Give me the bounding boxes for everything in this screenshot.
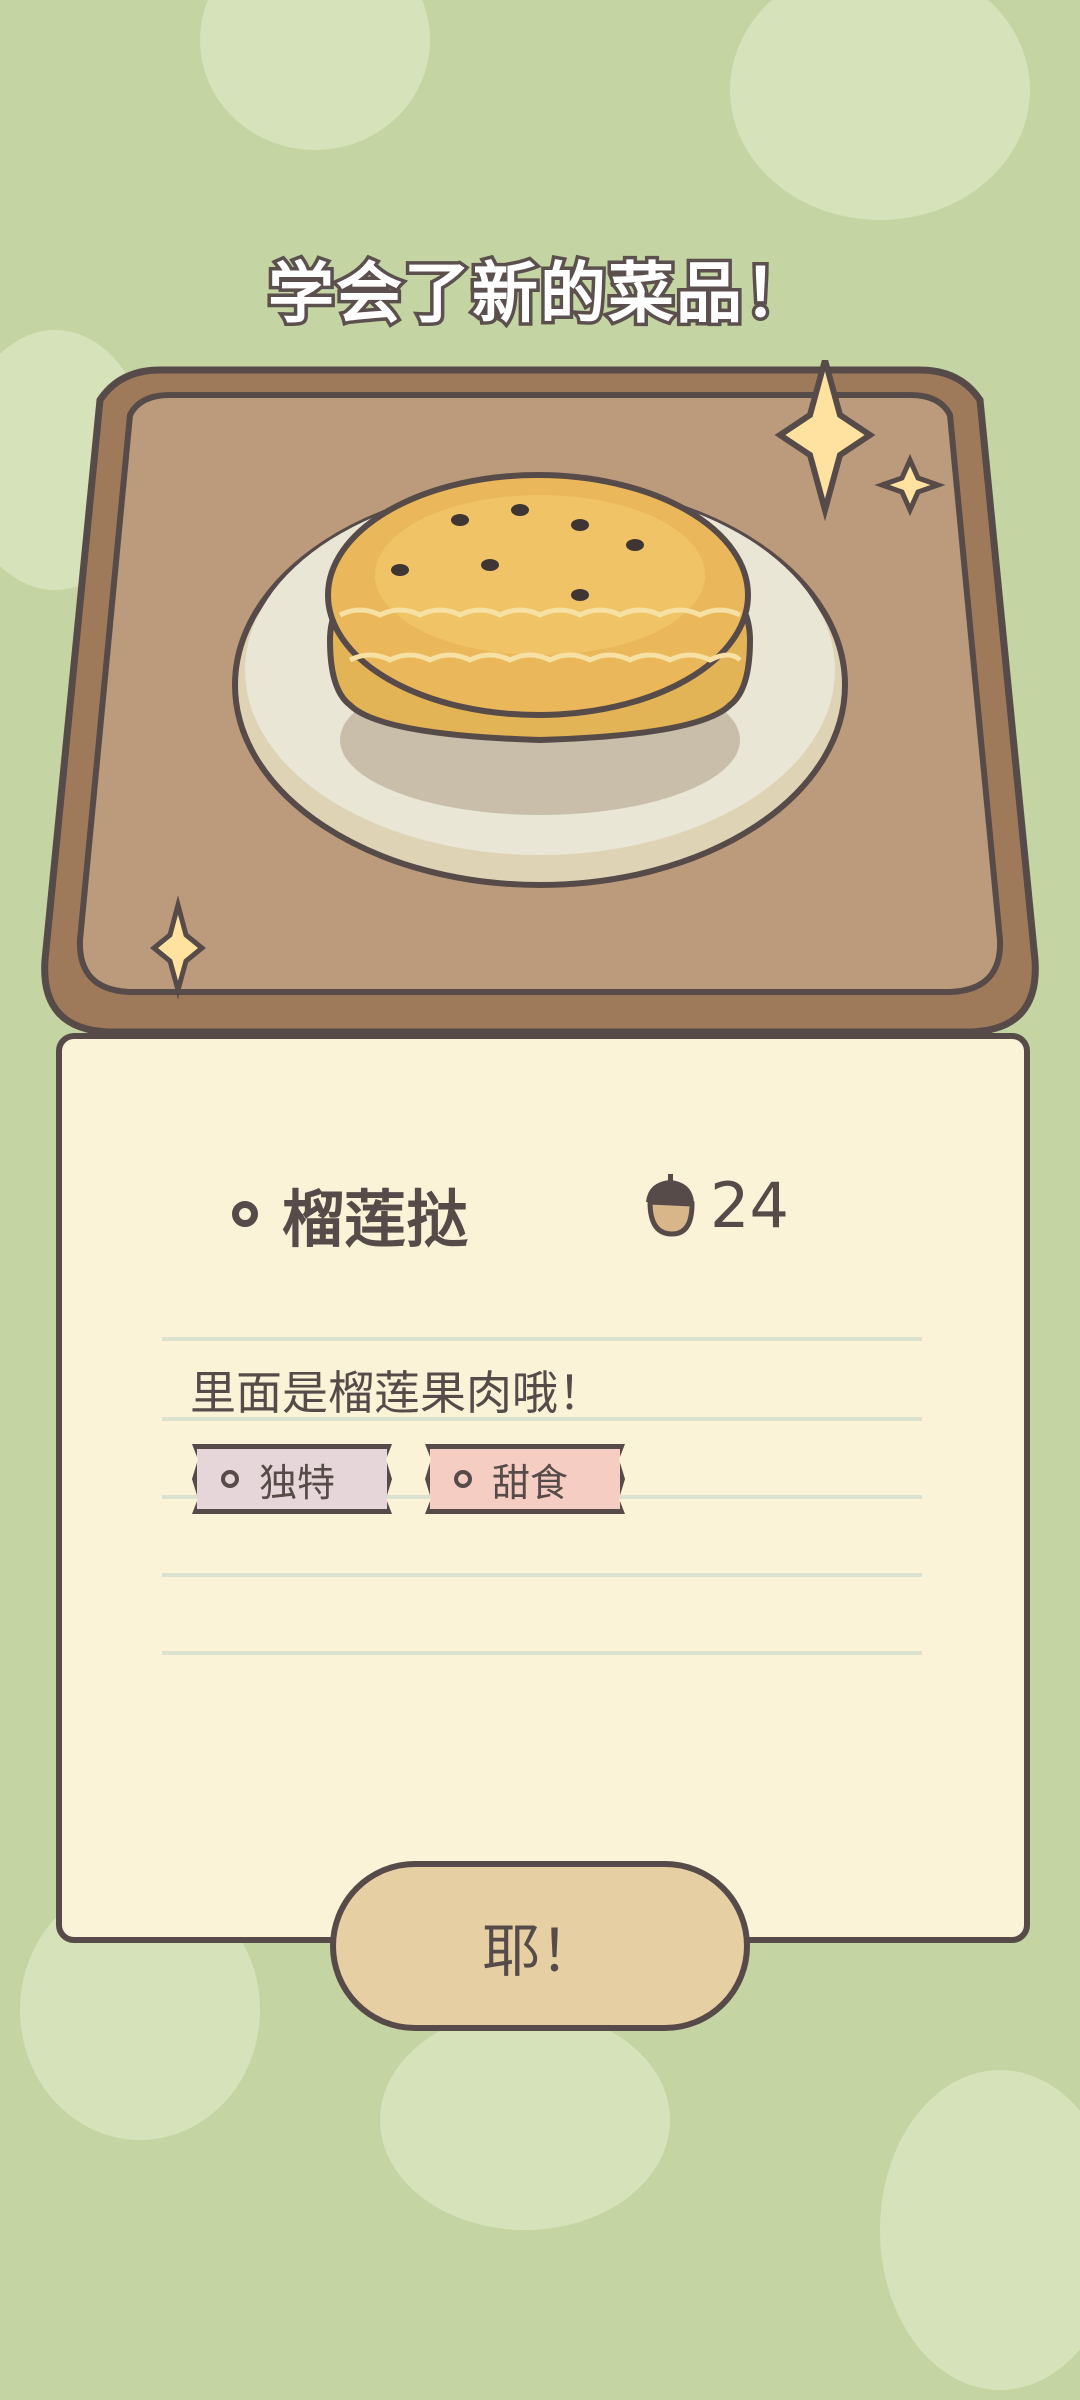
dish-illustration (40, 348, 1040, 1060)
confirm-button[interactable]: 耶！ (330, 1861, 750, 2031)
dish-name-row: 榴莲挞 (232, 1169, 468, 1259)
tag-unique: 独特 (192, 1444, 392, 1514)
dish-price: 24 (710, 1169, 789, 1242)
background-blob (730, 0, 1030, 220)
background-blob (380, 2010, 670, 2230)
dish-description: 里面是榴莲果肉哦！ (190, 1366, 604, 1420)
acorn-icon (646, 1173, 695, 1237)
dish-price-row: 24 (642, 1169, 789, 1242)
dish-name: 榴莲挞 (282, 1183, 469, 1256)
ring-dot-icon (232, 1201, 258, 1227)
ring-dot-icon (221, 1470, 239, 1488)
ring-dot-icon (454, 1470, 472, 1488)
note-line (162, 1337, 922, 1341)
note-line (162, 1651, 922, 1655)
background-blob (880, 2070, 1080, 2390)
background-blob (200, 0, 430, 150)
tag-sweet: 甜食 (425, 1444, 625, 1514)
dish-info-card: 榴莲挞 24 里面是榴莲果肉哦！ 独特 甜食 (56, 1033, 1030, 1943)
page-title: 学会了新的菜品！ (265, 252, 814, 336)
note-line (162, 1573, 922, 1577)
tag-label: 甜食 (492, 1460, 569, 1505)
tag-label: 独特 (259, 1460, 336, 1505)
